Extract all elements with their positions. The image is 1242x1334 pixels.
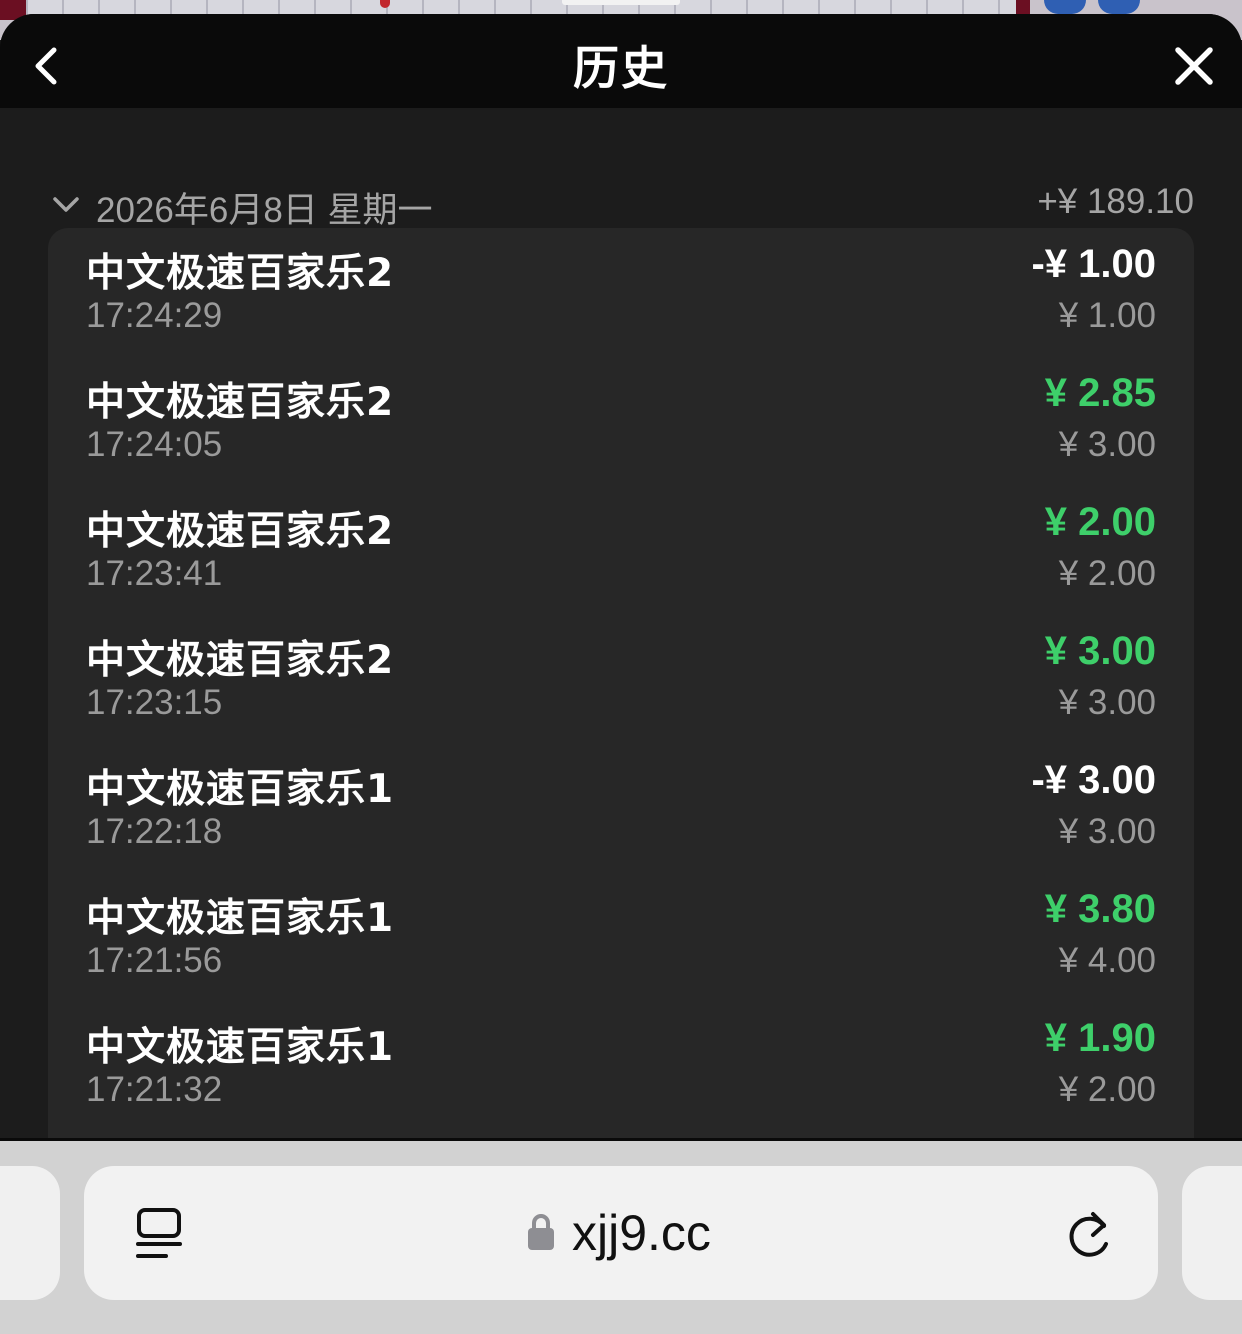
record-time: 17:23:15 [86, 683, 223, 722]
game-name: 中文极速百家乐2 [86, 509, 395, 554]
record-time: 17:21:32 [86, 1070, 223, 1109]
result-amount: ¥ 3.80 [1044, 887, 1156, 931]
game-name: 中文极速百家乐2 [86, 251, 395, 296]
previous-tab-preview[interactable] [0, 1166, 60, 1300]
result-amount: ¥ 3.00 [1044, 629, 1156, 673]
record-time: 17:22:18 [86, 812, 223, 851]
background-chip [1098, 0, 1140, 14]
group-total: +¥ 189.10 [1037, 182, 1194, 221]
record-time: 17:23:41 [86, 554, 223, 593]
history-row[interactable]: 中文极速百家乐1 17:21:56 ¥ 3.80 ¥ 4.00 [48, 873, 1194, 1002]
lock-icon [528, 1214, 554, 1250]
history-row[interactable]: 中文极速百家乐1 17:22:18 -¥ 3.00 ¥ 3.00 [48, 744, 1194, 873]
bet-amount: ¥ 3.00 [1058, 683, 1156, 722]
game-name: 中文极速百家乐1 [86, 1025, 395, 1070]
record-time: 17:24:29 [86, 296, 223, 335]
bet-amount: ¥ 1.00 [1058, 296, 1156, 335]
bet-amount: ¥ 2.00 [1058, 554, 1156, 593]
url-text: xjj9.cc [572, 1205, 711, 1261]
result-amount: -¥ 1.00 [1031, 242, 1156, 286]
history-row[interactable]: 中文极速百家乐1 17:21:32 ¥ 1.90 ¥ 2.00 [48, 1002, 1194, 1131]
history-row[interactable]: 中文极速百家乐2 17:23:15 ¥ 3.00 ¥ 3.00 [48, 615, 1194, 744]
game-name: 中文极速百家乐2 [86, 638, 395, 683]
history-row[interactable]: 中文极速百家乐2 17:23:41 ¥ 2.00 ¥ 2.00 [48, 486, 1194, 615]
browser-toolbar: xjj9.cc [0, 1138, 1242, 1334]
background-handle [562, 0, 680, 5]
result-amount: ¥ 2.85 [1044, 371, 1156, 415]
bet-amount: ¥ 4.00 [1058, 941, 1156, 980]
close-icon [1175, 47, 1213, 85]
record-time: 17:24:05 [86, 425, 223, 464]
history-list: 中文极速百家乐2 17:24:29 -¥ 1.00 ¥ 1.00 中文极速百家乐… [48, 228, 1194, 1138]
record-time: 17:21:56 [86, 941, 223, 980]
bet-amount: ¥ 3.00 [1058, 425, 1156, 464]
result-amount: -¥ 3.00 [1031, 758, 1156, 802]
chevron-down-icon [53, 197, 79, 212]
bet-amount: ¥ 2.00 [1058, 1070, 1156, 1109]
next-tab-preview[interactable] [1182, 1166, 1242, 1300]
reload-icon[interactable] [1066, 1206, 1116, 1262]
background-roadmap-grid [26, 0, 1016, 14]
bet-amount: ¥ 3.00 [1058, 812, 1156, 851]
history-row[interactable]: 中文极速百家乐2 17:24:05 ¥ 2.85 ¥ 3.00 [48, 357, 1194, 486]
date-group-header[interactable]: 2026年6月8日 星期一 +¥ 189.10 [48, 172, 1194, 236]
result-amount: ¥ 1.90 [1044, 1016, 1156, 1060]
group-date: 2026年6月8日 星期一 [96, 191, 433, 230]
close-button[interactable] [1166, 42, 1222, 92]
sheet-header: 历史 [0, 14, 1242, 108]
history-sheet: 历史 2026年6月8日 星期一 +¥ 189.10 中文极速百家乐2 17:2… [0, 14, 1242, 1138]
game-name: 中文极速百家乐1 [86, 896, 395, 941]
game-name: 中文极速百家乐2 [86, 380, 395, 425]
result-amount: ¥ 2.00 [1044, 500, 1156, 544]
background-chip [1044, 0, 1086, 14]
history-row[interactable]: 中文极速百家乐2 17:24:29 -¥ 1.00 ¥ 1.00 [48, 228, 1194, 357]
page-title: 历史 [573, 41, 669, 95]
address-bar[interactable]: xjj9.cc [84, 1166, 1158, 1300]
page-menu-icon[interactable] [134, 1206, 184, 1262]
game-name: 中文极速百家乐1 [86, 767, 395, 812]
toolbar-divider [0, 1138, 1242, 1141]
